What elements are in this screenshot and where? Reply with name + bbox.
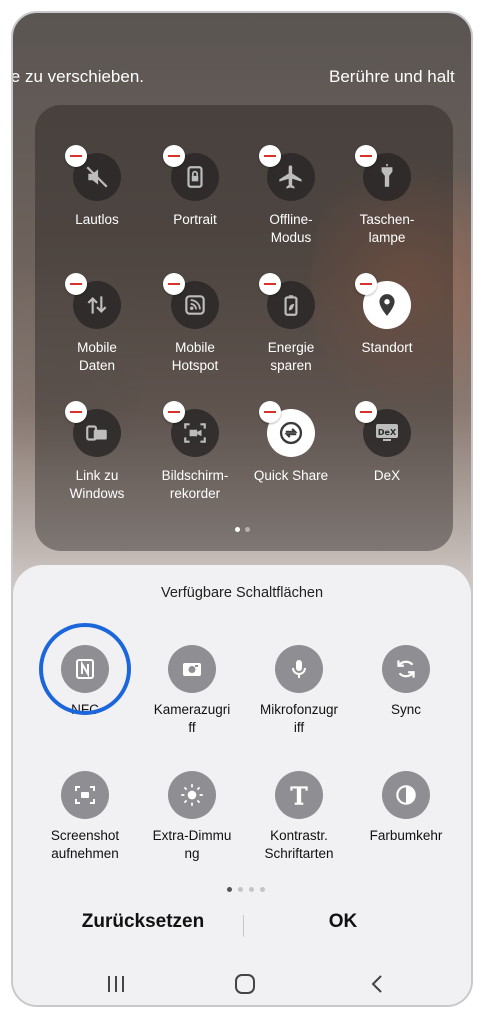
- tile-label: DeX: [373, 468, 401, 483]
- button-label: Extra-Dimmu ng: [152, 828, 232, 861]
- page-dot: [245, 527, 250, 532]
- tile-taschenlampe[interactable]: Taschen- lampe: [335, 145, 439, 247]
- home-icon[interactable]: [233, 973, 257, 1000]
- hint-text-left: ie zu verschieben.: [11, 67, 145, 86]
- tile-label: Lautlos: [75, 212, 119, 227]
- remove-tile-button[interactable]: [65, 401, 87, 423]
- page-dot: [249, 887, 254, 892]
- remove-tile-button[interactable]: [355, 401, 377, 423]
- tile-label: Portrait: [173, 212, 217, 227]
- back-icon[interactable]: [367, 973, 387, 1000]
- remove-tile-button[interactable]: [355, 145, 377, 167]
- svg-text:DeX: DeX: [378, 428, 397, 437]
- available-button-extra-dimmung[interactable]: Extra-Dimmu ng: [137, 771, 247, 863]
- remove-tile-button[interactable]: [163, 273, 185, 295]
- remove-tile-button[interactable]: [259, 273, 281, 295]
- button-label: Sync: [390, 702, 421, 717]
- color-inversion-icon: [382, 771, 430, 819]
- screenshot-icon: [61, 771, 109, 819]
- navigation-bar: [13, 969, 471, 1005]
- sheet-page-indicator: [227, 887, 265, 892]
- button-label: Kamerazugri ff: [153, 702, 231, 735]
- tile-label: Quick Share: [253, 468, 329, 483]
- camera-icon: [168, 645, 216, 693]
- tile-mobile-daten[interactable]: Mobile Daten: [45, 273, 149, 375]
- available-button-kamerazugriff[interactable]: Kamerazugri ff: [137, 645, 247, 737]
- tile-standort[interactable]: Standort: [335, 273, 439, 357]
- button-label: Mikrofonzugr iff: [259, 702, 339, 735]
- remove-tile-button[interactable]: [259, 145, 281, 167]
- page-dot: [260, 887, 265, 892]
- tile-energie-sparen[interactable]: Energie sparen: [239, 273, 343, 375]
- button-label: Kontrastr. Schriftarten: [264, 828, 334, 861]
- tile-label: Link zu Windows: [69, 468, 125, 501]
- extra-dim-icon: [168, 771, 216, 819]
- page-dot: [238, 887, 243, 892]
- available-button-kontrast-schriftarten[interactable]: Kontrastr. Schriftarten: [244, 771, 354, 863]
- tile-label: Standort: [361, 340, 413, 355]
- remove-tile-button[interactable]: [65, 145, 87, 167]
- panel-page-indicator: [235, 527, 250, 532]
- contrast-font-icon: [275, 771, 323, 819]
- active-quick-settings-panel: Lautlos Portrait Offline- Modus Taschen-…: [35, 105, 453, 551]
- tile-offline-modus[interactable]: Offline- Modus: [239, 145, 343, 247]
- available-button-screenshot[interactable]: Screenshot aufnehmen: [30, 771, 140, 863]
- action-divider: [243, 915, 244, 937]
- tile-portrait[interactable]: Portrait: [143, 145, 247, 229]
- remove-tile-button[interactable]: [163, 145, 185, 167]
- tile-label: Taschen- lampe: [359, 212, 415, 245]
- available-button-sync[interactable]: Sync: [351, 645, 461, 719]
- remove-tile-button[interactable]: [65, 273, 87, 295]
- available-button-nfc[interactable]: NFC: [30, 623, 140, 719]
- remove-tile-button[interactable]: [163, 401, 185, 423]
- phone-screen: ie zu verschieben. Berühre und halt Laut…: [11, 11, 473, 1007]
- recents-icon[interactable]: [105, 973, 127, 1000]
- tile-quick-share[interactable]: Quick Share: [239, 401, 343, 485]
- ok-button[interactable]: OK: [303, 911, 383, 933]
- sheet-title: Verfügbare Schaltflächen: [160, 585, 324, 601]
- available-button-mikrofonzugriff[interactable]: Mikrofonzugr iff: [244, 645, 354, 737]
- hint-text-right: Berühre und halt: [329, 67, 455, 86]
- button-label: Farbumkehr: [369, 828, 443, 843]
- microphone-icon: [275, 645, 323, 693]
- tile-link-zu-windows[interactable]: Link zu Windows: [45, 401, 149, 503]
- available-buttons-sheet: Verfügbare Schaltflächen NFC Kamerazugri…: [13, 565, 471, 1005]
- tile-lautlos[interactable]: Lautlos: [45, 145, 149, 229]
- remove-tile-button[interactable]: [259, 401, 281, 423]
- reset-button[interactable]: Zurücksetzen: [63, 911, 223, 933]
- tile-mobile-hotspot[interactable]: Mobile Hotspot: [143, 273, 247, 375]
- tile-label: Mobile Hotspot: [171, 340, 219, 373]
- tile-label: Mobile Daten: [77, 340, 117, 373]
- tile-label: Bildschirm- rekorder: [161, 468, 229, 501]
- tile-label: Offline- Modus: [269, 212, 313, 245]
- tile-dex[interactable]: DeX DeX: [335, 401, 439, 485]
- button-label: Screenshot aufnehmen: [50, 828, 120, 861]
- page-dot-active: [235, 527, 240, 532]
- highlight-ring: [39, 623, 131, 715]
- tile-label: Energie sparen: [267, 340, 315, 373]
- available-button-farbumkehr[interactable]: Farbumkehr: [351, 771, 461, 845]
- sync-icon: [382, 645, 430, 693]
- tile-bildschirmrekorder[interactable]: Bildschirm- rekorder: [143, 401, 247, 503]
- page-dot-active: [227, 887, 232, 892]
- remove-tile-button[interactable]: [355, 273, 377, 295]
